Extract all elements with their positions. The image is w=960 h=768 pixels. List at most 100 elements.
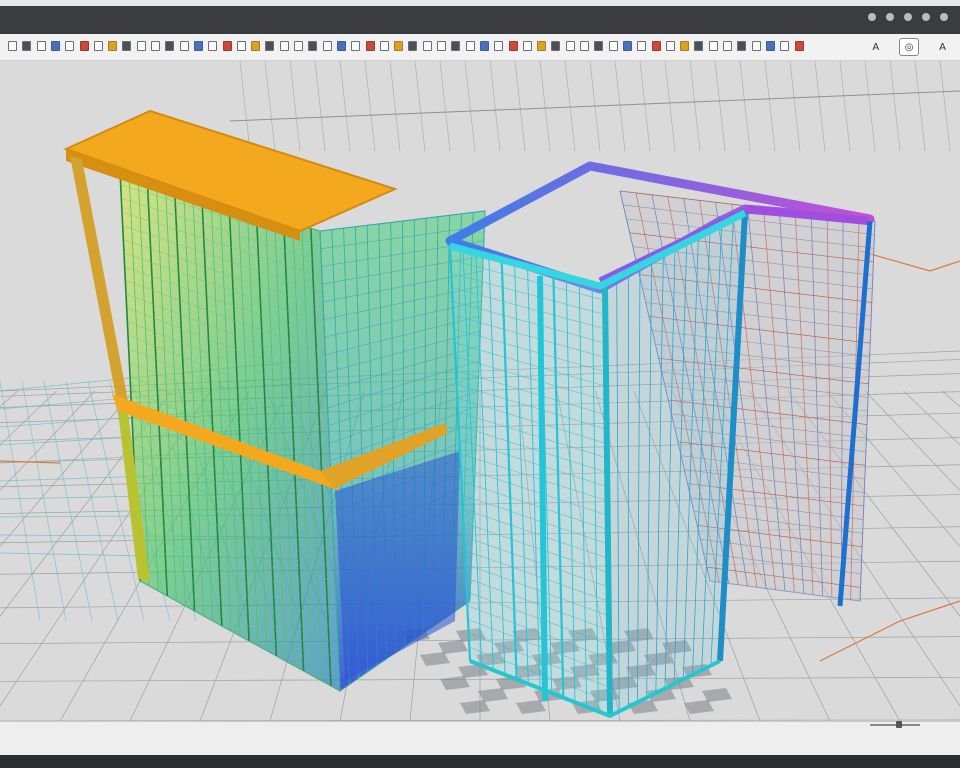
- wall-grid-line: [564, 61, 576, 152]
- toolbar-tool-icon[interactable]: [122, 41, 132, 51]
- toolbar-tool-icon[interactable]: [694, 41, 704, 51]
- shield-icon[interactable]: [868, 13, 876, 21]
- toolbar-tool-icon[interactable]: [236, 41, 246, 51]
- toolbar-tool-icon[interactable]: [179, 41, 189, 51]
- toolbar-tool-icon[interactable]: [565, 41, 575, 51]
- toolbar-tool-icon[interactable]: [737, 41, 747, 51]
- floor-tile-line: [43, 380, 93, 622]
- star-icon[interactable]: [904, 13, 912, 21]
- floor-tile: [420, 652, 450, 666]
- toolbar-tool-icon[interactable]: [551, 41, 561, 51]
- toolbar-tool-icon[interactable]: [794, 41, 804, 51]
- toolbar-tool-icon[interactable]: [50, 41, 60, 51]
- toolbar-tool-icon[interactable]: [208, 41, 218, 51]
- toolbar-tool-icon[interactable]: [680, 41, 690, 51]
- toolbar-tool-icon[interactable]: [751, 41, 761, 51]
- toolbar-tool-icon[interactable]: [537, 41, 547, 51]
- toolbar-tool-icon[interactable]: [279, 41, 289, 51]
- floor-grid-line: [941, 390, 960, 408]
- toolbar-tool-icon[interactable]: [723, 41, 732, 51]
- wall-grid-line: [389, 61, 401, 152]
- menubar-right-icons: [868, 13, 948, 21]
- toolbar-tool-icon[interactable]: [79, 41, 89, 51]
- wall-grid-line: [664, 61, 676, 152]
- zoom-slider-track[interactable]: [870, 724, 920, 726]
- toolbar-tool-icon[interactable]: [351, 41, 361, 51]
- toolbar-tool-icon[interactable]: [365, 41, 375, 51]
- toolbar-tool-icon[interactable]: [65, 41, 75, 51]
- floor-tile: [460, 700, 490, 714]
- toolbar-tool-icon[interactable]: [665, 41, 675, 51]
- wall-grid-line: [839, 61, 851, 152]
- toolbar-tool-icon[interactable]: [93, 41, 103, 51]
- toolbar-tool-icon[interactable]: [222, 41, 232, 51]
- toolbar-tool-icon[interactable]: [765, 41, 775, 51]
- floor-tile-line: [21, 380, 67, 622]
- wall-grid-line: [439, 61, 451, 152]
- wall-grid-line: [764, 61, 776, 152]
- floor-tile-line: [0, 380, 41, 622]
- toolbar-tool-icon[interactable]: [465, 41, 475, 51]
- toolbar-tool-icon[interactable]: [22, 41, 32, 51]
- toolbar-tool-icon[interactable]: [622, 41, 632, 51]
- floor-accent-line: [819, 600, 960, 662]
- toolbar-tool-icon[interactable]: [379, 41, 389, 51]
- toolbar-tool-icon[interactable]: [336, 41, 346, 51]
- toolbar-tool-icon[interactable]: [108, 41, 118, 51]
- font-b-button[interactable]: A: [939, 42, 946, 53]
- toolbar-tool-icon[interactable]: [708, 41, 718, 51]
- render-mode-icon[interactable]: ◎: [899, 38, 920, 56]
- toolbar-tool-icon[interactable]: [608, 41, 618, 51]
- floor-tile: [702, 688, 732, 702]
- wall-grid-line: [364, 61, 376, 152]
- toolbar-tool-icon[interactable]: [508, 41, 518, 51]
- toolbar-tool-icon[interactable]: [651, 41, 661, 51]
- wall-grid-line: [739, 61, 751, 152]
- wall-grid-line: [339, 61, 351, 152]
- toolbar-tool-icon[interactable]: [308, 41, 318, 51]
- toolbar-tool-icon[interactable]: [394, 41, 404, 51]
- wall-grid-line: [864, 61, 876, 152]
- toolbar-tool-icon[interactable]: [580, 41, 589, 51]
- toolbar-tool-icon[interactable]: [36, 41, 46, 51]
- wall-grid-line: [639, 61, 651, 152]
- toolbar-tool-icon[interactable]: [136, 41, 146, 51]
- toolbar-tool-icon[interactable]: [193, 41, 203, 51]
- wall-grid-line: [514, 61, 526, 152]
- toolbar-tool-icon[interactable]: [265, 41, 275, 51]
- wall-grid-line: [314, 61, 326, 152]
- toolbar-tool-icon[interactable]: [165, 41, 175, 51]
- font-a-button[interactable]: A: [872, 42, 879, 53]
- wall-grid-line: [489, 61, 501, 152]
- toolbar-tool-icon[interactable]: [422, 41, 432, 51]
- toolbar-tool-icon[interactable]: [494, 41, 504, 51]
- wall-grid-line: [689, 61, 701, 152]
- wall-grid-line: [264, 61, 276, 152]
- bell-icon[interactable]: [922, 13, 930, 21]
- toolbar-tool-icon[interactable]: [294, 41, 303, 51]
- toolbar-tool-icon[interactable]: [251, 41, 261, 51]
- 3d-viewport[interactable]: [0, 61, 960, 721]
- toolbar-tool-icon[interactable]: [780, 41, 790, 51]
- floor-accent-line: [859, 250, 960, 272]
- toolbar-tool-icon[interactable]: [451, 41, 461, 51]
- floor-tile: [684, 700, 714, 714]
- wall-grid-line: [539, 61, 551, 152]
- toolbar-tool-icon[interactable]: [408, 41, 418, 51]
- viewport-scene: [0, 61, 960, 721]
- wall-grid-line: [229, 90, 960, 122]
- cloud-icon[interactable]: [886, 13, 894, 21]
- zoom-slider-handle[interactable]: [896, 721, 902, 728]
- toolbar-tool-icon[interactable]: [437, 41, 446, 51]
- toolbar-right: A ◎ A: [872, 38, 946, 56]
- toolbar-tool-icon[interactable]: [151, 41, 160, 51]
- toolbar-tool-icon[interactable]: [637, 41, 647, 51]
- toolbar-tool-icon[interactable]: [322, 41, 332, 51]
- toolbar-tool-icon[interactable]: [8, 41, 17, 51]
- toolbar-tool-icon[interactable]: [479, 41, 489, 51]
- wall-grid-line: [464, 61, 476, 152]
- wall-grid-line: [939, 61, 951, 152]
- user-icon[interactable]: [940, 13, 948, 21]
- toolbar-tool-icon[interactable]: [522, 41, 532, 51]
- toolbar-tool-icon[interactable]: [594, 41, 604, 51]
